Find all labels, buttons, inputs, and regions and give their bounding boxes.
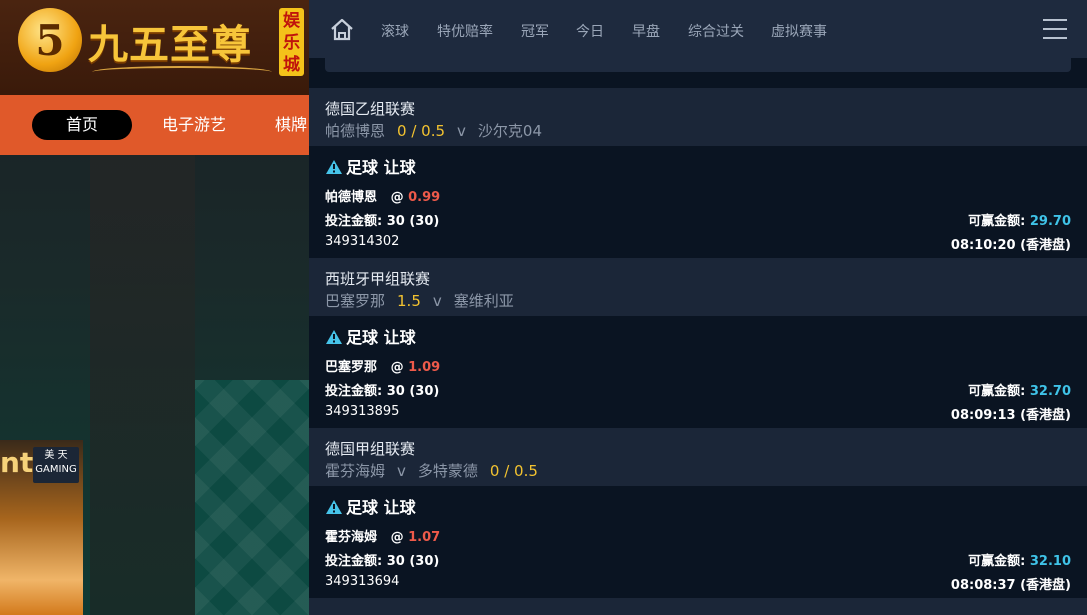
league-name: 西班牙甲组联赛 [325, 270, 431, 288]
site-logo-text[interactable]: 九五至尊 [88, 12, 252, 70]
warning-icon [326, 160, 342, 174]
at-sign: @ [390, 360, 404, 375]
win-label: 可赢金额: [968, 214, 1026, 229]
bet-type: 足球 让球 [325, 324, 416, 348]
selection-team: 霍芬海姆 [325, 530, 378, 545]
tab-parlay[interactable]: 综合过关 [688, 21, 744, 41]
bet-type-label: 足球 让球 [346, 498, 416, 517]
win-amount: 32.10 [1029, 554, 1071, 569]
vs-label: v [457, 122, 466, 140]
search-strip [325, 58, 1071, 72]
away-team: 多特蒙德 [417, 462, 478, 480]
logo-ornament [92, 66, 272, 78]
bet-type: 足球 让球 [325, 494, 416, 518]
tab-best-odds[interactable]: 特优赔率 [437, 21, 493, 41]
handicap: 0 / 0.5 [397, 122, 446, 140]
league-name: 德国甲组联赛 [325, 440, 416, 458]
selection-team: 巴塞罗那 [325, 360, 378, 375]
league-header[interactable]: 德国乙组联赛 帕德博恩 0 / 0.5 v 沙尔克04 [309, 88, 1087, 146]
potential-win: 可赢金额: 32.10 [968, 550, 1071, 569]
tab-virtual[interactable]: 虚拟赛事 [771, 21, 827, 41]
handicap: 0 / 0.5 [489, 462, 538, 480]
win-label: 可赢金额: [968, 384, 1026, 399]
selection: 帕德博恩 @ 0.99 [325, 186, 440, 205]
win-amount: 29.70 [1029, 214, 1071, 229]
stake: 投注金额: 30 (30) [325, 550, 439, 569]
odds-value: 1.09 [408, 360, 441, 375]
site-header: 5 九五至尊 娱乐城 [0, 0, 309, 95]
background-site: 5 九五至尊 娱乐城 首页 电子游艺 棋牌 nt 美 天 GAMING [0, 0, 309, 615]
stake-label: 投注金额: [325, 214, 383, 229]
match-line: 巴塞罗那 1.5 v 塞维利亚 [325, 290, 514, 311]
background-shape [90, 155, 195, 615]
selection: 霍芬海姆 @ 1.07 [325, 526, 440, 545]
at-sign: @ [390, 530, 404, 545]
win-label: 可赢金额: [968, 554, 1026, 569]
site-nav: 首页 电子游艺 棋牌 [0, 95, 309, 155]
stake-value: 30 (30) [386, 554, 440, 569]
odds-value: 1.07 [408, 530, 441, 545]
hamburger-icon[interactable] [1043, 19, 1067, 41]
odds-value: 0.99 [408, 190, 441, 205]
vs-label: v [432, 292, 442, 310]
stake-value: 30 (30) [386, 384, 440, 399]
site-nav-egames[interactable]: 电子游艺 [162, 110, 226, 140]
tab-early[interactable]: 早盘 [632, 21, 660, 41]
home-icon[interactable] [329, 17, 355, 43]
tab-live[interactable]: 滚球 [381, 21, 409, 41]
home-team: 霍芬海姆 [325, 462, 386, 480]
promo-badge: 美 天 GAMING [33, 447, 79, 483]
bet-time: 08:09:13 (香港盘) [950, 408, 1071, 423]
home-team: 巴塞罗那 [325, 292, 386, 310]
logo-badge: 娱乐城 [279, 8, 304, 76]
bet-id: 349313694 [325, 574, 400, 589]
tab-today[interactable]: 今日 [576, 21, 604, 41]
stake-label: 投注金额: [325, 384, 383, 399]
league-header[interactable]: 德国甲组联赛 霍芬海姆 v 多特蒙德 0 / 0.5 [309, 428, 1087, 486]
selection: 巴塞罗那 @ 1.09 [325, 356, 440, 375]
stake: 投注金额: 30 (30) [325, 210, 439, 229]
bet-card: 足球 让球 帕德博恩 @ 0.99 投注金额: 30 (30) 可赢金额: 29… [309, 146, 1087, 258]
away-team: 塞维利亚 [453, 292, 514, 310]
potential-win: 可赢金额: 29.70 [968, 210, 1071, 229]
selection-team: 帕德博恩 [325, 190, 378, 205]
bet-card: 足球 让球 巴塞罗那 @ 1.09 投注金额: 30 (30) 可赢金额: 32… [309, 316, 1087, 428]
vs-label: v [397, 462, 406, 480]
promo-badge-bottom: GAMING [35, 464, 77, 475]
site-nav-home[interactable]: 首页 [32, 110, 132, 140]
promo-brand-text: nt [0, 446, 34, 479]
match-line: 霍芬海姆 v 多特蒙德 0 / 0.5 [325, 460, 538, 481]
logo-icon[interactable]: 5 [18, 8, 82, 72]
league-name: 德国乙组联赛 [325, 100, 416, 118]
bet-time: 08:10:20 (香港盘) [950, 238, 1071, 253]
background-pattern [195, 380, 309, 615]
stake: 投注金额: 30 (30) [325, 380, 439, 399]
bet-type-label: 足球 让球 [346, 158, 416, 177]
stake-value: 30 (30) [386, 214, 440, 229]
bet-card: 足球 让球 霍芬海姆 @ 1.07 投注金额: 30 (30) 可赢金额: 32… [309, 486, 1087, 598]
promo-badge-top: 美 天 [44, 450, 68, 461]
home-team: 帕德博恩 [325, 122, 386, 140]
bet-type-label: 足球 让球 [346, 328, 416, 347]
win-amount: 32.70 [1029, 384, 1071, 399]
tab-champion[interactable]: 冠军 [521, 21, 549, 41]
league-header[interactable]: 西班牙甲组联赛 巴塞罗那 1.5 v 塞维利亚 [309, 258, 1087, 316]
bet-id: 349313895 [325, 404, 400, 419]
potential-win: 可赢金额: 32.70 [968, 380, 1071, 399]
match-line: 帕德博恩 0 / 0.5 v 沙尔克04 [325, 120, 542, 141]
bet-time: 08:08:37 (香港盘) [950, 578, 1071, 593]
stake-label: 投注金额: [325, 554, 383, 569]
next-league-header[interactable] [309, 598, 1087, 615]
logo-badge-text: 娱乐城 [283, 11, 300, 75]
site-nav-chess[interactable]: 棋牌 [275, 110, 307, 140]
bet-type: 足球 让球 [325, 154, 416, 178]
bet-history-panel: 滚球 特优赔率 冠军 今日 早盘 综合过关 虚拟赛事 德国乙组联赛 帕德博恩 0 … [309, 0, 1087, 615]
at-sign: @ [390, 190, 404, 205]
warning-icon [326, 500, 342, 514]
handicap: 1.5 [397, 292, 421, 310]
top-nav-bar: 滚球 特优赔率 冠军 今日 早盘 综合过关 虚拟赛事 [309, 0, 1087, 58]
away-team: 沙尔克04 [477, 122, 542, 140]
warning-icon [326, 330, 342, 344]
bet-id: 349314302 [325, 234, 400, 249]
